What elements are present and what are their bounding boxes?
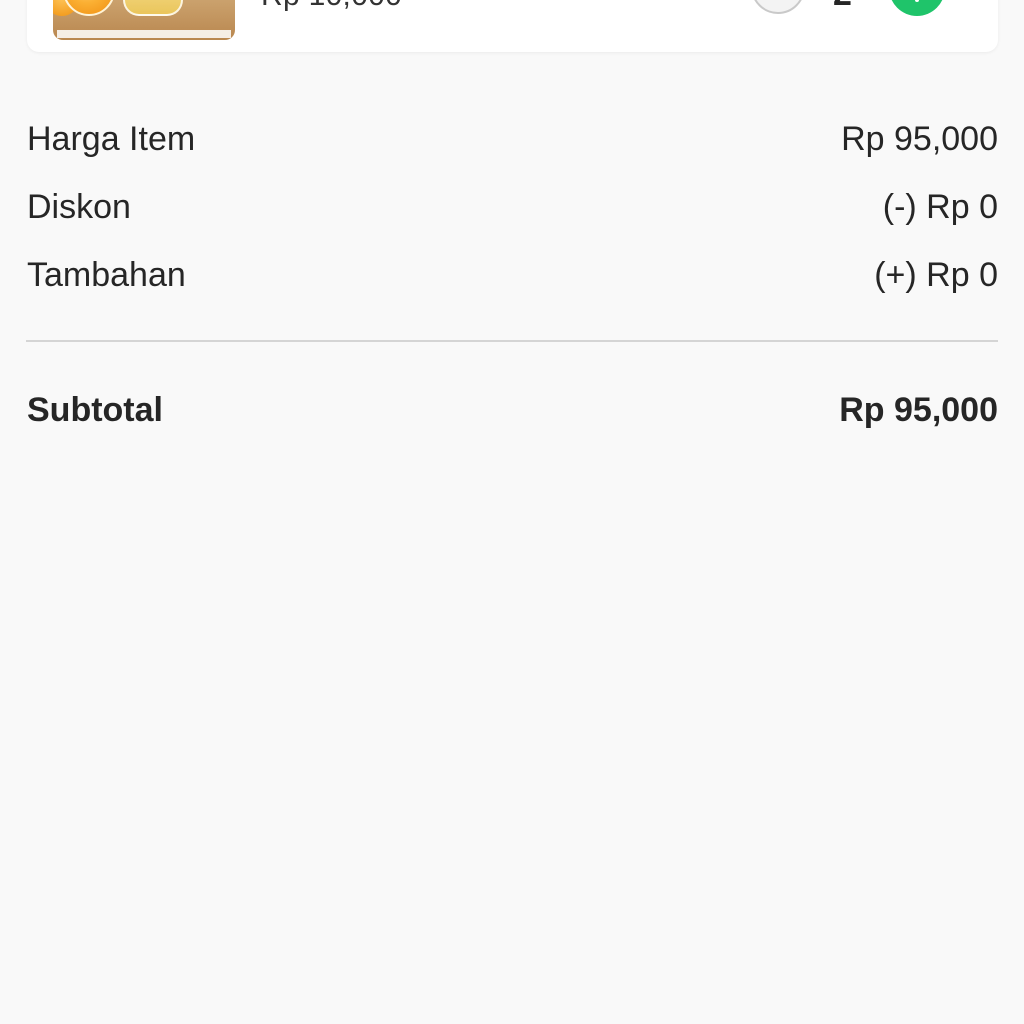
item-price: Rp 10,000	[261, 0, 402, 16]
cart-item-card: Rp 10,000 2	[27, 0, 998, 52]
summary-value: Rp 95,000	[841, 119, 998, 158]
summary-row-subtotal: Subtotal Rp 95,000	[27, 388, 998, 432]
summary-label: Tambahan	[27, 255, 186, 294]
summary-row-harga-item: Harga Item Rp 95,000	[27, 117, 998, 161]
decrease-quantity-button[interactable]	[751, 0, 805, 14]
summary-divider	[26, 340, 998, 342]
glass-icon	[123, 0, 183, 16]
orange-icon	[63, 0, 115, 16]
thumbnail-caption-strip	[57, 30, 231, 38]
summary-label: Harga Item	[27, 119, 196, 158]
product-thumbnail	[53, 0, 235, 40]
summary-value: (-) Rp 0	[882, 187, 998, 226]
quantity-value: 2	[833, 0, 852, 14]
subtotal-label: Subtotal	[27, 390, 163, 429]
subtotal-value: Rp 95,000	[839, 390, 998, 429]
summary-row-tambahan: Tambahan (+) Rp 0	[27, 253, 998, 297]
summary-label: Diskon	[27, 187, 131, 226]
increase-quantity-button[interactable]	[889, 0, 945, 16]
summary-value: (+) Rp 0	[874, 255, 998, 294]
summary-row-diskon: Diskon (-) Rp 0	[27, 185, 998, 229]
order-summary-page: Rp 10,000 2 Harga Item Rp 95,000 Diskon …	[0, 0, 1024, 1024]
